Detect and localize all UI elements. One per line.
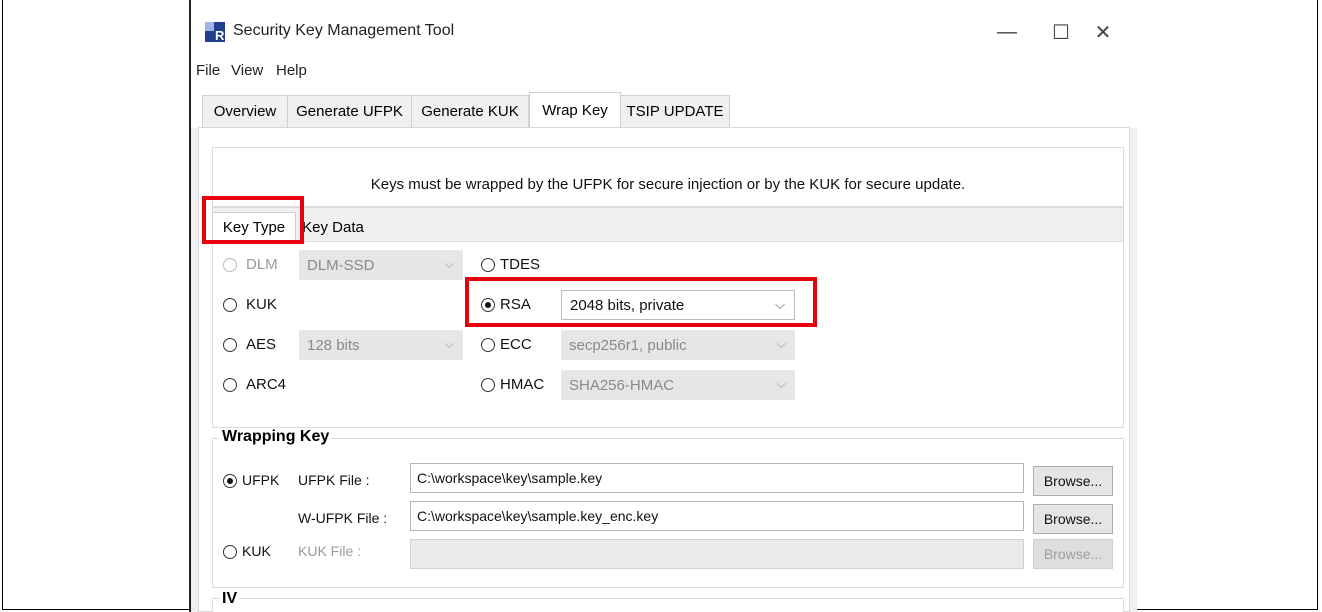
dlm-select-value: DLM-SSD — [307, 256, 375, 274]
wrapping-key-heading: Wrapping Key — [220, 428, 332, 446]
title-bar: R Security Key Management Tool — ☐ ✕ — [191, 0, 1137, 58]
menu-help[interactable]: Help — [276, 62, 307, 79]
kuk-wrap-radio[interactable] — [223, 545, 237, 559]
minimize-button[interactable]: — — [987, 14, 1027, 50]
kuk-type-radio[interactable] — [223, 298, 237, 312]
kuk-browse-button[interactable]: Browse... — [1033, 539, 1113, 569]
message-panel: Keys must be wrapped by the UFPK for sec… — [212, 147, 1124, 207]
app-logo-icon: R — [205, 22, 225, 42]
tdes-label: TDES — [500, 256, 541, 273]
highlight-key-type — [202, 196, 304, 244]
aes-select-value: 128 bits — [307, 336, 360, 354]
tab-generate-ufpk[interactable]: Generate UFPK — [287, 95, 412, 127]
arc4-label: ARC4 — [246, 376, 287, 393]
tab-tsip-update[interactable]: TSIP UPDATE — [620, 95, 730, 127]
iv-panel — [212, 598, 1124, 612]
close-icon: ✕ — [1094, 21, 1112, 44]
aes-select[interactable]: 128 bits ⌵ — [299, 330, 463, 360]
ufpk-radio[interactable] — [223, 474, 237, 488]
hmac-select[interactable]: SHA256-HMAC ⌵ — [561, 370, 795, 400]
ecc-select-value: secp256r1, public — [569, 336, 687, 354]
kuk-file-field[interactable] — [410, 539, 1024, 569]
menu-view[interactable]: View — [231, 62, 263, 79]
chevron-down-icon: ⌵ — [776, 336, 786, 351]
hmac-select-value: SHA256-HMAC — [569, 376, 675, 394]
chevron-down-icon: ⌵ — [776, 376, 786, 391]
aes-label: AES — [246, 336, 277, 353]
menu-file[interactable]: File — [196, 62, 220, 79]
arc4-radio[interactable] — [223, 378, 237, 392]
ecc-select[interactable]: secp256r1, public ⌵ — [561, 330, 795, 360]
svg-text:R: R — [215, 28, 225, 42]
tab-key-data[interactable]: Key Data — [295, 212, 371, 242]
hmac-label: HMAC — [500, 376, 545, 393]
highlight-rsa — [465, 277, 817, 327]
maximize-icon: ☐ — [1052, 21, 1070, 44]
ufpk-file-field[interactable]: C:\workspace\key\sample.key — [410, 463, 1024, 493]
hmac-radio[interactable] — [481, 378, 495, 392]
info-message: Keys must be wrapped by the UFPK for sec… — [370, 176, 966, 193]
wufpk-file-field[interactable]: C:\workspace\key\sample.key_enc.key — [410, 501, 1024, 531]
wufpk-browse-button[interactable]: Browse... — [1033, 504, 1113, 534]
aes-radio[interactable] — [223, 338, 237, 352]
tab-overview[interactable]: Overview — [202, 95, 288, 127]
maximize-button[interactable]: ☐ — [1041, 14, 1081, 50]
ecc-radio[interactable] — [481, 338, 495, 352]
dlm-label: DLM — [246, 256, 278, 273]
ecc-label: ECC — [500, 336, 532, 353]
tdes-radio[interactable] — [481, 258, 495, 272]
app-window: R Security Key Management Tool — ☐ ✕ Fil… — [191, 0, 1137, 612]
radio-selected-dot — [227, 478, 233, 484]
tab-wrap-key[interactable]: Wrap Key — [529, 92, 621, 128]
ufpk-browse-button[interactable]: Browse... — [1033, 466, 1113, 496]
close-button[interactable]: ✕ — [1083, 14, 1123, 50]
ufpk-radio-label: UFPK — [242, 472, 280, 488]
chevron-down-icon: ⌵ — [444, 336, 454, 351]
minimize-icon: — — [997, 20, 1017, 43]
ufpk-file-label: UFPK File : — [298, 472, 370, 488]
kuk-type-label: KUK — [246, 296, 277, 313]
dlm-radio[interactable] — [223, 258, 237, 272]
wufpk-file-label: W-UFPK File : — [298, 510, 388, 526]
iv-heading: IV — [220, 590, 240, 608]
dlm-select[interactable]: DLM-SSD ⌵ — [299, 250, 463, 280]
kuk-wrap-radio-label: KUK — [242, 543, 271, 559]
tab-generate-kuk[interactable]: Generate KUK — [411, 95, 529, 127]
window-title: Security Key Management Tool — [233, 22, 455, 39]
chevron-down-icon: ⌵ — [444, 256, 454, 271]
kuk-file-label: KUK File : — [298, 543, 362, 559]
menu-bar — [191, 58, 1137, 86]
